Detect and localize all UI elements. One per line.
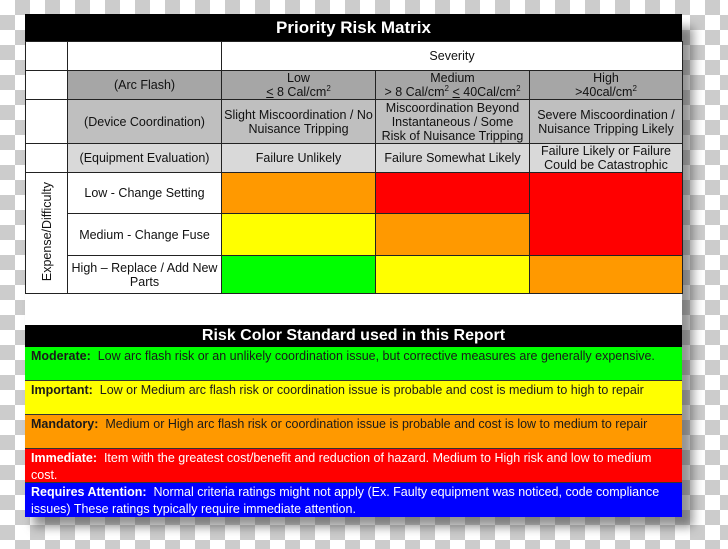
severity-medium-arc-flash: Medium > 8 Cal/cm2 < 40Cal/cm2 (375, 70, 530, 100)
severity-high-equipment-evaluation: Failure Likely or Failure Could be Catas… (529, 143, 683, 173)
severity-low-equipment-evaluation: Failure Unlikely (221, 143, 376, 173)
row-label-high: High – Replace / Add New Parts (67, 255, 222, 294)
severity-level: Low (287, 71, 310, 85)
legend-description: Low arc flash risk or an unlikely coordi… (97, 349, 655, 363)
legend-term: Moderate: (31, 349, 91, 363)
risk-cell-medium-low (221, 213, 376, 256)
expense-difficulty-axis: Expense/Difficulty (25, 172, 68, 294)
corner-cell (25, 99, 68, 144)
risk-cell-medium-medium (375, 213, 530, 256)
row-label-low: Low - Change Setting (67, 172, 222, 214)
row-header-equipment-evaluation: (Equipment Evaluation) (67, 143, 222, 173)
row-header-arc-flash: (Arc Flash) (67, 70, 222, 100)
risk-cell-low-medium (375, 172, 530, 214)
priority-risk-matrix: Severity (Arc Flash) Low < 8 Cal/cm2 Med… (25, 41, 683, 294)
legend-term: Mandatory: (31, 417, 99, 431)
arc-flash-range: < 8 Cal/cm2 (266, 83, 331, 99)
legend-term: Requires Attention: (31, 485, 147, 499)
arc-flash-range: > 8 Cal/cm2 < 40Cal/cm2 (384, 83, 521, 99)
severity-low-device-coordination: Slight Miscoordination / No Nuisance Tri… (221, 99, 376, 144)
legend-title: Risk Color Standard used in this Report (25, 325, 682, 347)
corner-cell (25, 143, 68, 173)
risk-cell-low-low (221, 172, 376, 214)
legend-item-moderate: Moderate: Low arc flash risk or an unlik… (25, 347, 682, 381)
row-label-medium: Medium - Change Fuse (67, 213, 222, 256)
risk-matrix-document: Priority Risk Matrix Severity (Arc Flash… (25, 14, 683, 517)
risk-cell-high-high (529, 255, 683, 294)
legend-item-important: Important: Low or Medium arc flash risk … (25, 381, 682, 415)
risk-cell-high-low (221, 255, 376, 294)
legend-term: Important: (31, 383, 93, 397)
corner-cell (25, 70, 68, 100)
severity-low-arc-flash: Low < 8 Cal/cm2 (221, 70, 376, 100)
legend-description: Medium or High arc flash risk or coordin… (105, 417, 648, 431)
severity-medium-device-coordination: Miscoordination Beyond Instantaneous / S… (375, 99, 530, 144)
risk-color-legend: Moderate: Low arc flash risk or an unlik… (25, 347, 682, 517)
legend-term: Immediate: (31, 451, 97, 465)
legend-item-requires-attention: Requires Attention: Normal criteria rati… (25, 483, 682, 517)
corner-cell (25, 41, 68, 71)
less-equal-symbol: < (266, 85, 274, 99)
severity-high-arc-flash: High >40cal/cm2 (529, 70, 683, 100)
legend-description: Low or Medium arc flash risk or coordina… (99, 383, 644, 397)
severity-high-device-coordination: Severe Miscoordination / Nuisance Trippi… (529, 99, 683, 144)
severity-level: Medium (430, 71, 475, 85)
expense-difficulty-label: Expense/Difficulty (39, 181, 54, 282)
risk-cell-low-medium-high (529, 172, 683, 256)
blank-header-cell (67, 41, 222, 71)
risk-cell-high-medium (375, 255, 530, 294)
severity-level: High (593, 71, 619, 85)
legend-description: Item with the greatest cost/benefit and … (31, 451, 652, 482)
arc-flash-range: >40cal/cm2 (575, 83, 637, 99)
severity-medium-equipment-evaluation: Failure Somewhat Likely (375, 143, 530, 173)
matrix-title: Priority Risk Matrix (25, 14, 682, 41)
severity-header: Severity (221, 41, 683, 71)
legend-item-immediate: Immediate: Item with the greatest cost/b… (25, 449, 682, 483)
row-header-device-coordination: (Device Coordination) (67, 99, 222, 144)
legend-item-mandatory: Mandatory: Medium or High arc flash risk… (25, 415, 682, 449)
